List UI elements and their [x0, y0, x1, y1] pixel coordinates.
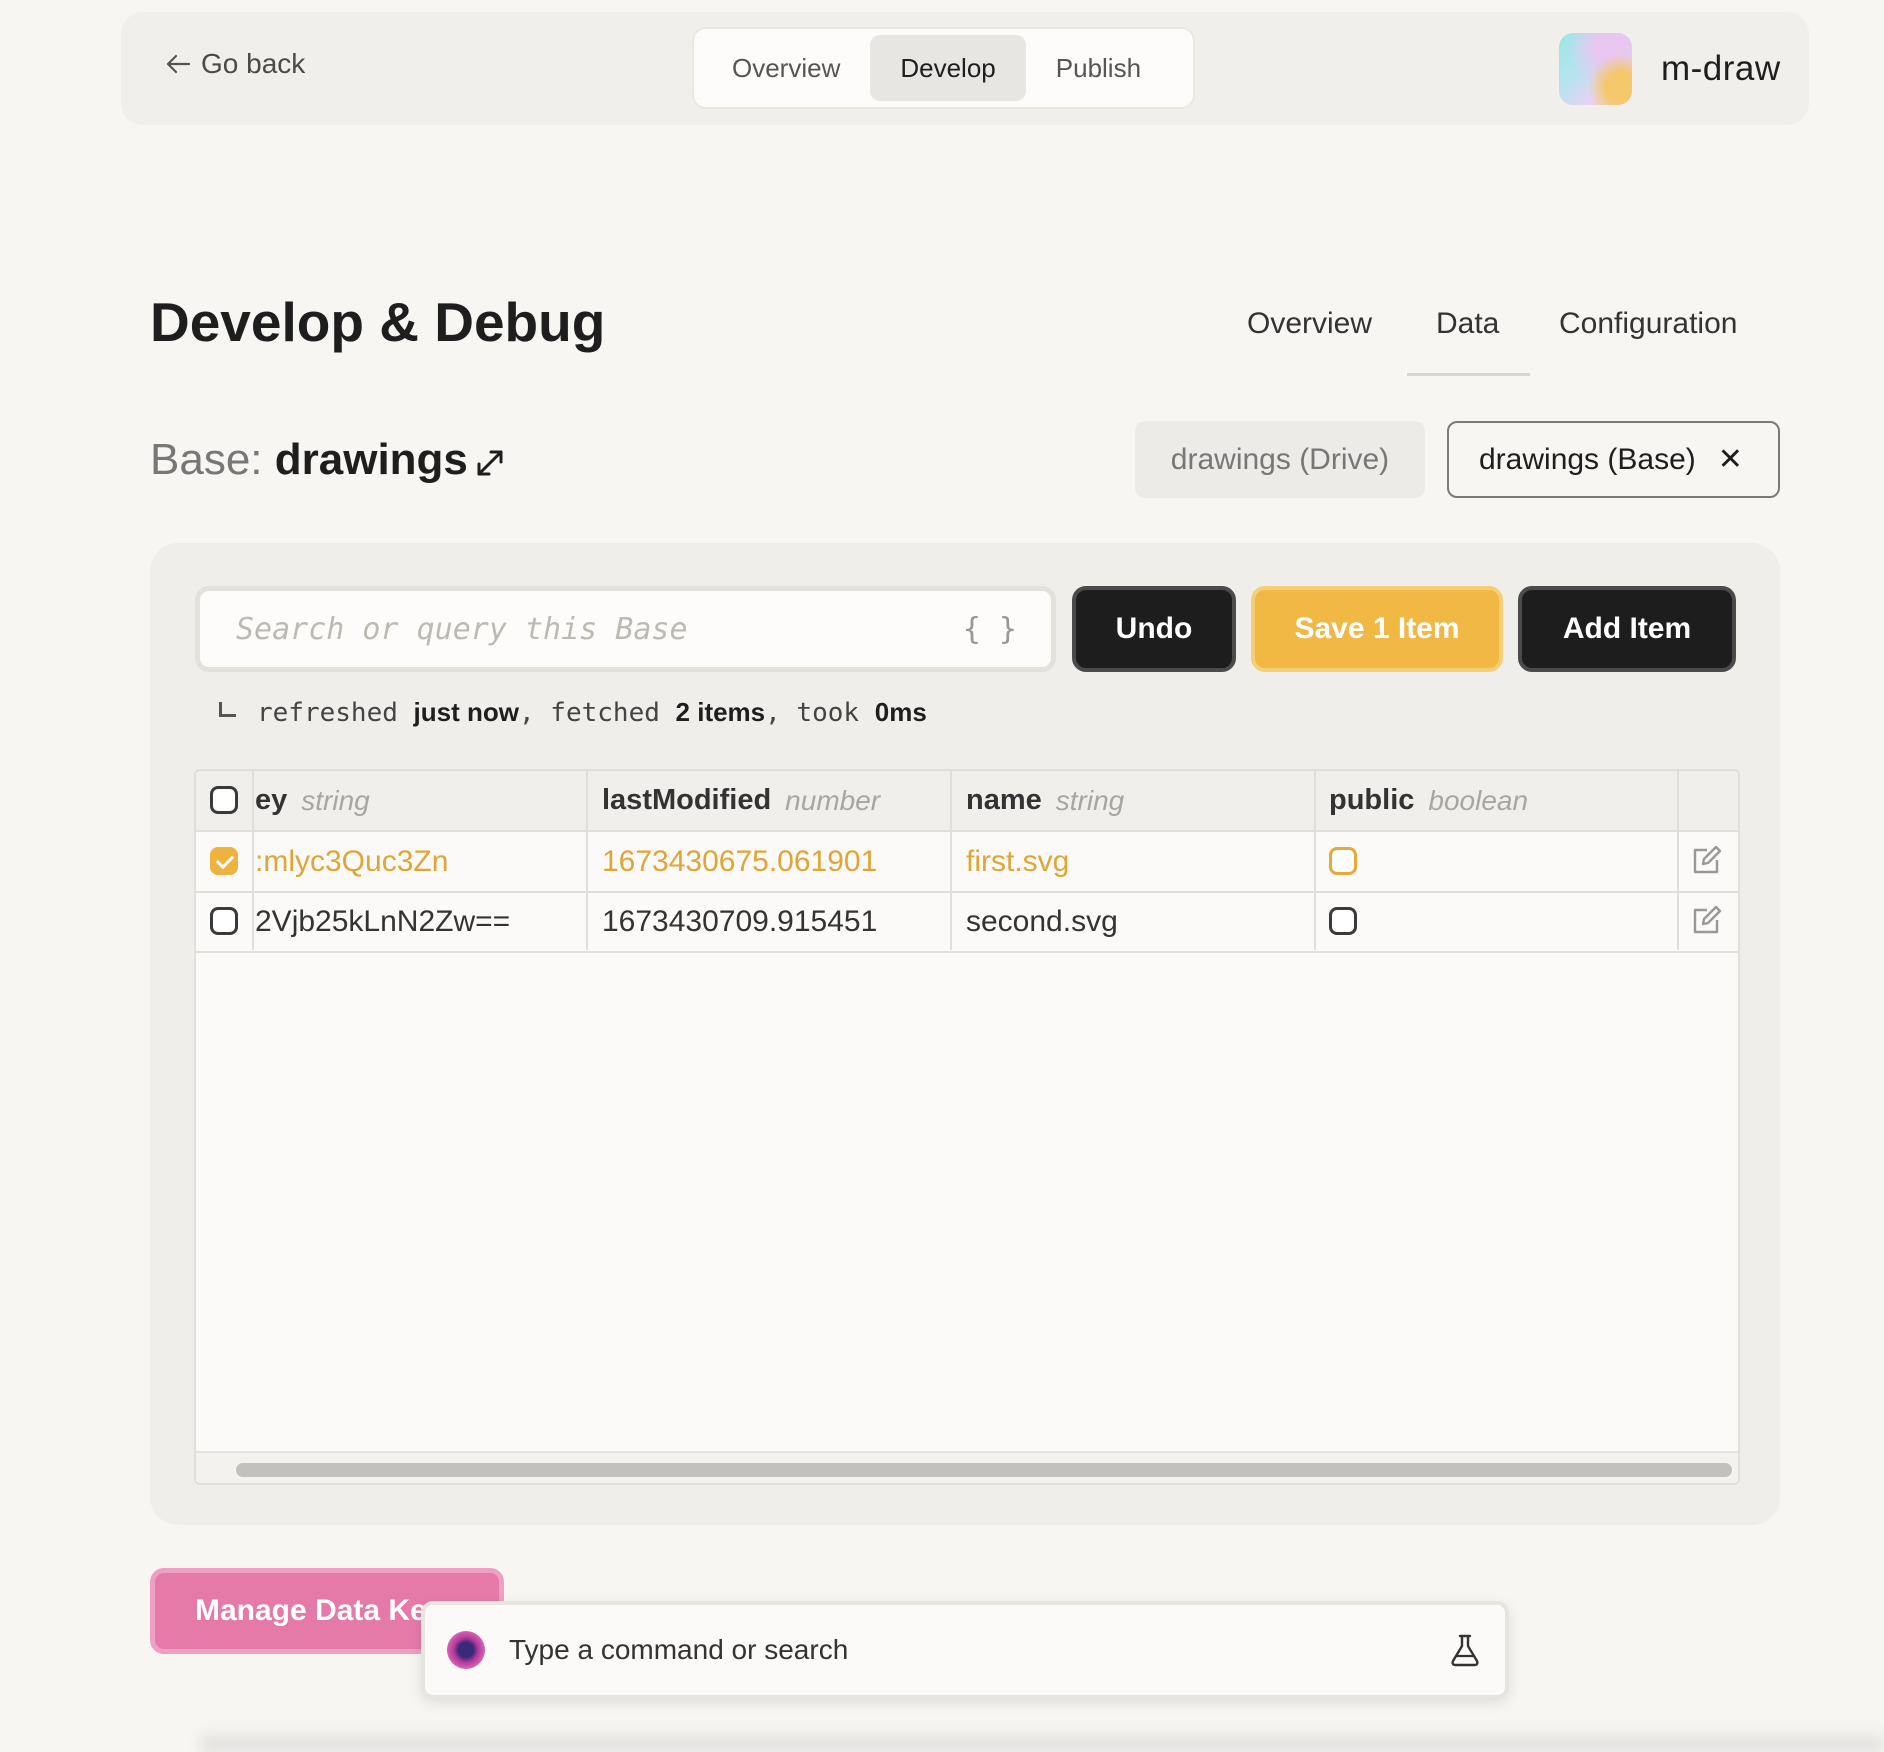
- edit-icon[interactable]: [1689, 904, 1723, 938]
- go-back-label: Go back: [201, 48, 306, 79]
- status-took-value: 0ms: [874, 697, 927, 727]
- base-heading: Base: drawings: [150, 435, 468, 485]
- chip-drawings-base[interactable]: drawings (Base) ✕: [1447, 421, 1780, 498]
- app-avatar[interactable]: [1559, 33, 1632, 105]
- status-line: refreshed just now, fetched 2 items, too…: [257, 697, 927, 728]
- status-sep: ,: [765, 698, 781, 728]
- data-table: ey string lastModified number name strin…: [194, 769, 1740, 1485]
- edit-icon[interactable]: [1689, 844, 1723, 878]
- cell-name[interactable]: second.svg: [966, 892, 1306, 951]
- select-all-checkbox[interactable]: [210, 786, 238, 814]
- cell-public-checkbox[interactable]: [1329, 907, 1357, 935]
- save-button[interactable]: Save 1 Item: [1251, 586, 1503, 672]
- column-divider: [252, 771, 254, 950]
- go-back-button[interactable]: Go back: [165, 48, 305, 80]
- chip-drawings-base-label: drawings (Base): [1479, 442, 1696, 476]
- column-name: public: [1329, 784, 1415, 816]
- horizontal-scrollbar[interactable]: [196, 1451, 1738, 1483]
- column-name: lastModified: [602, 784, 772, 816]
- query-braces-icon[interactable]: { }: [963, 612, 1017, 647]
- column-divider: [586, 771, 588, 950]
- row-checkbox[interactable]: [210, 847, 238, 875]
- subtab-overview[interactable]: Overview: [1247, 307, 1372, 341]
- chip-drawings-drive[interactable]: drawings (Drive): [1135, 421, 1425, 498]
- column-name: ey: [255, 784, 288, 816]
- app-name: m-draw: [1661, 49, 1781, 88]
- cell-lastmodified[interactable]: 1673430709.915451: [602, 892, 952, 951]
- table-row[interactable]: 2Vjb25kLnN2Zw== 1673430709.915451 second…: [196, 892, 1738, 953]
- search-input[interactable]: [234, 610, 963, 648]
- cell-lastmodified[interactable]: 1673430675.061901: [602, 832, 952, 891]
- scrollbar-thumb[interactable]: [236, 1463, 1732, 1477]
- base-prefix: Base:: [150, 435, 263, 484]
- top-header: Go back Overview Develop Publish m-draw: [121, 12, 1809, 125]
- status-refreshed-label: refreshed: [257, 698, 398, 728]
- column-header-key[interactable]: ey string: [255, 771, 575, 830]
- command-bar: [421, 1601, 1509, 1699]
- cell-key[interactable]: :mlyc3Quc3Zn: [255, 832, 580, 891]
- column-header-lastmodified[interactable]: lastModified number: [602, 771, 952, 830]
- column-type: number: [785, 784, 881, 816]
- tab-develop[interactable]: Develop: [870, 35, 1026, 101]
- column-type: string: [1055, 784, 1125, 816]
- row-checkbox[interactable]: [210, 907, 238, 935]
- active-subtab-indicator: [1407, 373, 1530, 376]
- column-type: boolean: [1428, 784, 1529, 816]
- status-corner-icon: [219, 702, 236, 717]
- add-item-button[interactable]: Add Item: [1518, 586, 1736, 672]
- column-name: name: [966, 784, 1042, 816]
- base-name: drawings: [274, 435, 468, 484]
- status-took-label: took: [796, 698, 860, 728]
- tab-overview[interactable]: Overview: [702, 35, 870, 101]
- column-type: string: [301, 784, 370, 816]
- subtab-data[interactable]: Data: [1436, 307, 1499, 341]
- cell-public-checkbox[interactable]: [1329, 847, 1357, 875]
- tab-publish[interactable]: Publish: [1026, 35, 1171, 101]
- table-row[interactable]: :mlyc3Quc3Zn 1673430675.061901 first.svg: [196, 832, 1738, 893]
- command-input[interactable]: [507, 1633, 1447, 1667]
- close-icon[interactable]: ✕: [1718, 442, 1743, 477]
- status-fetched-label: fetched: [550, 698, 660, 728]
- main-tabs: Overview Develop Publish: [692, 27, 1195, 109]
- status-refreshed-value: just now: [413, 697, 519, 727]
- column-divider: [950, 771, 952, 950]
- column-divider: [1677, 771, 1679, 950]
- arrow-left-icon: [166, 54, 191, 74]
- column-divider: [1314, 771, 1316, 950]
- status-sep: ,: [518, 698, 535, 728]
- search-box: { }: [195, 586, 1056, 672]
- flask-icon[interactable]: [1447, 1632, 1483, 1668]
- table-header: ey string lastModified number name strin…: [196, 771, 1738, 832]
- undo-button[interactable]: Undo: [1072, 586, 1236, 672]
- cell-name[interactable]: first.svg: [966, 832, 1306, 891]
- subtab-configuration[interactable]: Configuration: [1559, 307, 1737, 341]
- assistant-orb-icon[interactable]: [447, 1631, 485, 1669]
- column-header-public[interactable]: public boolean: [1329, 771, 1669, 830]
- status-fetched-value: 2 items: [675, 697, 766, 727]
- expand-diagonal-icon[interactable]: [474, 447, 506, 479]
- cell-key[interactable]: 2Vjb25kLnN2Zw==: [255, 892, 580, 951]
- column-header-name[interactable]: name string: [966, 771, 1306, 830]
- bottom-shadow: [200, 1725, 1884, 1752]
- page-title: Develop & Debug: [150, 291, 606, 353]
